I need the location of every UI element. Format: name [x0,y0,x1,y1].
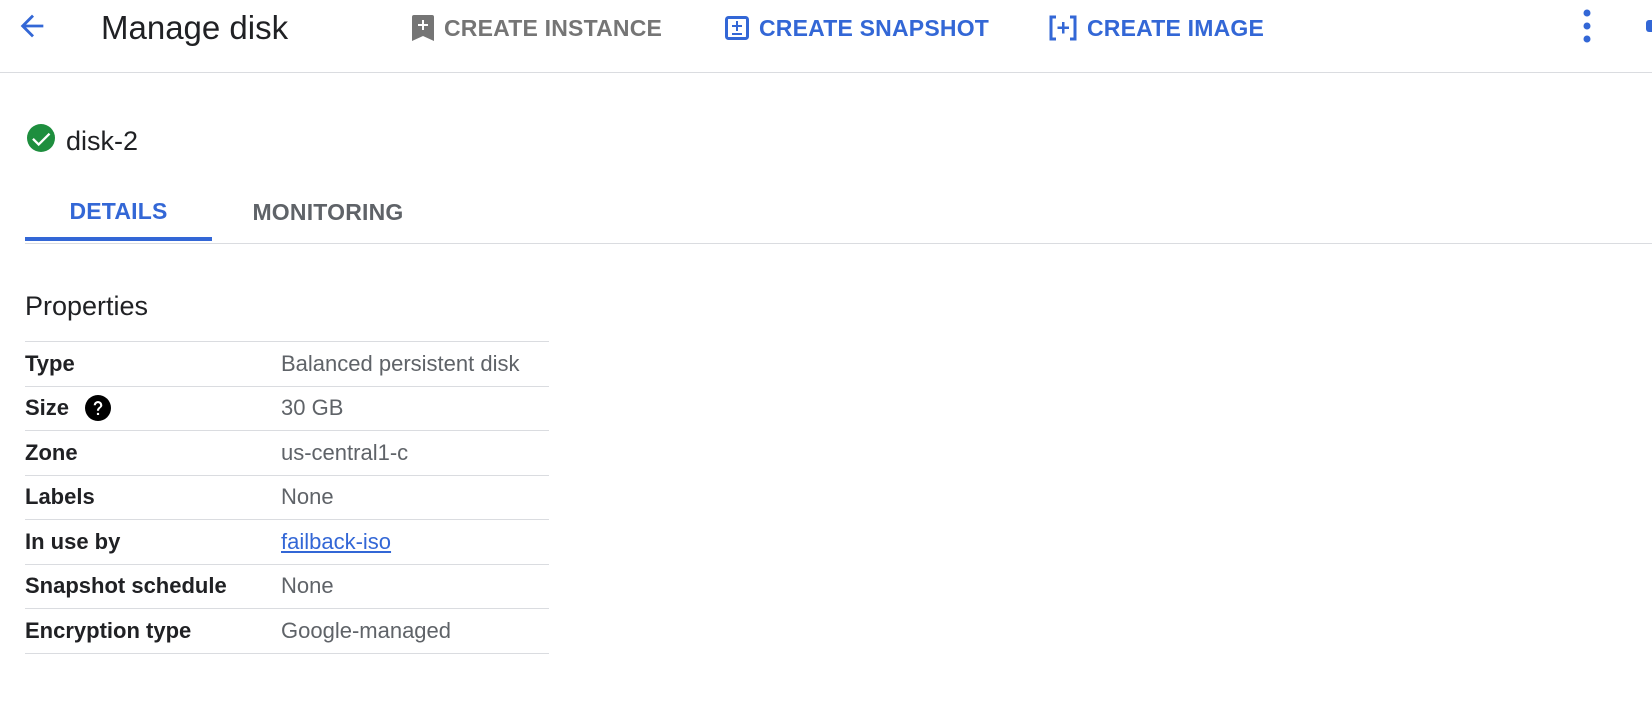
property-label: Size [25,395,70,421]
cut-off-toolbar-item [1646,20,1652,32]
page-title: Manage disk [101,9,289,46]
properties-title: Properties [25,291,149,321]
table-row: Zone us-central1-c [25,431,549,476]
tab-bar: DETAILS MONITORING [25,182,1652,244]
create-instance-label: CREATE INSTANCE [444,14,663,41]
property-value: None [281,573,334,599]
property-value: Google-managed [281,617,452,643]
table-row: Size 30 GB [25,387,549,431]
disk-header: disk-2 [27,124,138,157]
property-value: us-central1-c [281,439,409,465]
property-value: None [281,484,334,510]
arrow-back-icon [15,9,49,48]
property-label: In use by [25,528,121,554]
more-vert-icon [1582,9,1592,48]
disk-name: disk-2 [66,125,139,156]
properties-table: Type Balanced persistent disk Size 30 GB… [25,341,549,654]
table-row: Snapshot schedule None [25,565,549,609]
property-label-size: Size [25,395,281,422]
property-label: Labels [25,484,95,510]
property-label: Encryption type [25,617,192,643]
table-row: In use by failback-iso [25,520,549,565]
add-image-icon [1049,15,1077,41]
tab-monitoring[interactable]: MONITORING [233,182,423,242]
create-snapshot-button[interactable]: CREATE SNAPSHOT [725,10,989,46]
table-row: Labels None [25,476,549,520]
create-snapshot-label: CREATE SNAPSHOT [759,14,990,41]
property-label: Type [25,350,75,376]
create-image-button[interactable]: CREATE IMAGE [1049,10,1264,46]
add-instance-icon [412,15,434,41]
in-use-by-link[interactable]: failback-iso [281,529,391,555]
table-row: Encryption type Google-managed [25,609,549,654]
check-circle-icon [27,124,55,157]
property-value: Balanced persistent disk [281,350,520,376]
top-action-bar: Manage disk CREATE INSTANCE CREATE SNAPS… [0,0,1652,73]
property-label: Zone [25,439,78,465]
tab-details[interactable]: DETAILS [25,182,212,241]
back-button[interactable] [12,8,52,48]
help-icon[interactable] [85,395,112,422]
create-instance-button[interactable]: CREATE INSTANCE [412,10,662,46]
create-image-label: CREATE IMAGE [1087,14,1265,41]
add-snapshot-icon [725,16,749,40]
property-value: 30 GB [281,395,344,421]
table-row: Type Balanced persistent disk [25,342,549,387]
property-label: Snapshot schedule [25,573,227,599]
more-options-button[interactable] [1572,8,1602,48]
